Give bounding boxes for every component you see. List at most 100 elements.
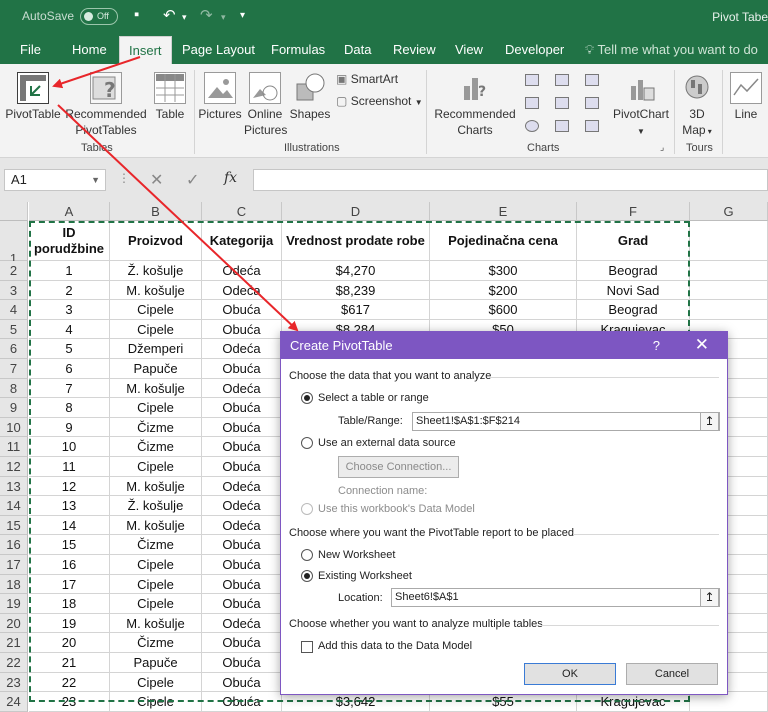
- row-header[interactable]: 16: [0, 535, 28, 555]
- column-header-a[interactable]: A: [29, 202, 110, 221]
- table-cell[interactable]: 17: [29, 574, 110, 595]
- table-cell[interactable]: 15: [29, 535, 110, 555]
- table-cell[interactable]: 20: [29, 633, 110, 653]
- line-sparkline-button[interactable]: Line: [726, 72, 766, 122]
- table-range-input[interactable]: Sheet1!$A$1:$F$214 ↥: [412, 412, 720, 431]
- table-cell[interactable]: 2: [29, 280, 110, 301]
- tab-home[interactable]: Home: [72, 36, 107, 64]
- tab-view[interactable]: View: [455, 36, 483, 64]
- table-cell[interactable]: Cipele: [110, 672, 202, 693]
- table-cell[interactable]: Čizme: [110, 437, 202, 457]
- table-cell[interactable]: Obuća: [202, 594, 282, 614]
- line-chart-icon[interactable]: [525, 97, 539, 109]
- table-cell[interactable]: Ž. košulje: [110, 496, 202, 516]
- table-cell[interactable]: [690, 280, 768, 301]
- table-cell[interactable]: 8: [29, 398, 110, 418]
- table-cell[interactable]: $617: [282, 300, 430, 320]
- table-cell[interactable]: M. košulje: [110, 613, 202, 634]
- row-header[interactable]: 4: [0, 300, 28, 320]
- data-model-radio[interactable]: [301, 503, 313, 515]
- scatter-chart-icon[interactable]: [555, 120, 569, 132]
- row-header[interactable]: 5: [0, 319, 28, 340]
- row-header[interactable]: 1: [0, 221, 28, 266]
- table-cell[interactable]: 1: [29, 261, 110, 281]
- ok-button[interactable]: OK: [524, 663, 616, 685]
- row-header[interactable]: 17: [0, 555, 28, 575]
- table-cell[interactable]: Cipele: [110, 319, 202, 340]
- collapse-dialog-icon[interactable]: ↥: [700, 588, 719, 607]
- name-box[interactable]: A1 ▼: [4, 169, 106, 191]
- table-cell[interactable]: Cipele: [110, 457, 202, 477]
- recommended-pivottables-button[interactable]: ? Recommended PivotTables: [64, 72, 148, 138]
- table-cell[interactable]: 6: [29, 359, 110, 379]
- table-cell[interactable]: 21: [29, 653, 110, 673]
- hierarchy-chart-icon[interactable]: [555, 74, 569, 86]
- row-header[interactable]: 14: [0, 496, 28, 516]
- row-header[interactable]: 7: [0, 359, 28, 379]
- table-cell[interactable]: Obuća: [202, 633, 282, 653]
- row-header[interactable]: 18: [0, 574, 28, 595]
- smartart-button[interactable]: ▣ SmartArt: [336, 72, 398, 86]
- table-cell[interactable]: Čizme: [110, 417, 202, 438]
- chevron-down-icon[interactable]: ▼: [91, 170, 100, 190]
- row-header[interactable]: 20: [0, 613, 28, 634]
- table-cell[interactable]: 11: [29, 457, 110, 477]
- external-source-label[interactable]: Use an external data source: [318, 437, 456, 449]
- table-cell[interactable]: Odeća: [202, 280, 282, 301]
- table-cell[interactable]: Obuća: [202, 574, 282, 595]
- tab-file[interactable]: File: [20, 36, 41, 64]
- add-data-model-label[interactable]: Add this data to the Data Model: [318, 640, 472, 652]
- table-cell[interactable]: [690, 300, 768, 320]
- customize-qat-icon[interactable]: ▾: [240, 10, 245, 21]
- table-cell[interactable]: M. košulje: [110, 515, 202, 536]
- new-worksheet-label[interactable]: New Worksheet: [318, 549, 395, 561]
- tab-page-layout[interactable]: Page Layout: [182, 36, 255, 64]
- cancel-icon[interactable]: ✕: [150, 170, 163, 190]
- table-cell[interactable]: Čizme: [110, 535, 202, 555]
- table-cell[interactable]: Papuče: [110, 653, 202, 673]
- table-cell[interactable]: Obuća: [202, 653, 282, 673]
- autosave-toggle[interactable]: Off: [80, 8, 118, 25]
- select-table-label[interactable]: Select a table or range: [318, 392, 429, 404]
- table-cell[interactable]: Obuća: [202, 672, 282, 693]
- column-header-d[interactable]: D: [282, 202, 430, 221]
- table-cell[interactable]: M. košulje: [110, 280, 202, 301]
- choose-connection-button[interactable]: Choose Connection...: [338, 456, 459, 478]
- table-cell[interactable]: Odeća: [202, 339, 282, 359]
- table-cell[interactable]: Obuća: [202, 457, 282, 477]
- header-cell[interactable]: Grad: [577, 221, 690, 261]
- select-all-corner[interactable]: [0, 202, 28, 221]
- table-cell[interactable]: 4: [29, 319, 110, 340]
- table-cell[interactable]: 19: [29, 613, 110, 634]
- column-header-e[interactable]: E: [430, 202, 577, 221]
- table-cell[interactable]: 9: [29, 417, 110, 438]
- row-header[interactable]: 12: [0, 457, 28, 477]
- table-cell[interactable]: $4,270: [282, 261, 430, 281]
- help-icon[interactable]: ?: [653, 332, 660, 359]
- header-cell[interactable]: ID porudžbine: [29, 221, 110, 261]
- waterfall-chart-icon[interactable]: [585, 74, 599, 86]
- tab-review[interactable]: Review: [393, 36, 436, 64]
- enter-icon[interactable]: ✓: [186, 170, 199, 190]
- combo-chart-icon[interactable]: [585, 97, 599, 109]
- row-header[interactable]: 13: [0, 476, 28, 497]
- undo-dropdown-icon[interactable]: ▾: [182, 12, 187, 23]
- row-header[interactable]: 3: [0, 280, 28, 301]
- cancel-button[interactable]: Cancel: [626, 663, 718, 685]
- column-header-c[interactable]: C: [202, 202, 282, 221]
- redo-dropdown-icon[interactable]: ▾: [221, 12, 226, 23]
- table-cell[interactable]: Cipele: [110, 398, 202, 418]
- 3d-map-button[interactable]: 3D Map ▾: [676, 72, 718, 140]
- table-cell[interactable]: 14: [29, 515, 110, 536]
- table-cell[interactable]: 12: [29, 476, 110, 497]
- existing-worksheet-label[interactable]: Existing Worksheet: [318, 570, 412, 582]
- tell-me-search[interactable]: 💡︎ Tell me what you want to do: [585, 36, 758, 64]
- table-cell[interactable]: $200: [430, 280, 577, 301]
- table-cell[interactable]: Cipele: [110, 300, 202, 320]
- header-cell[interactable]: Kategorija: [202, 221, 282, 261]
- table-cell[interactable]: Cipele: [110, 574, 202, 595]
- table-cell[interactable]: [690, 261, 768, 281]
- online-pictures-button[interactable]: Online Pictures: [244, 72, 287, 138]
- select-table-radio[interactable]: [301, 392, 313, 404]
- table-cell[interactable]: Obuća: [202, 319, 282, 340]
